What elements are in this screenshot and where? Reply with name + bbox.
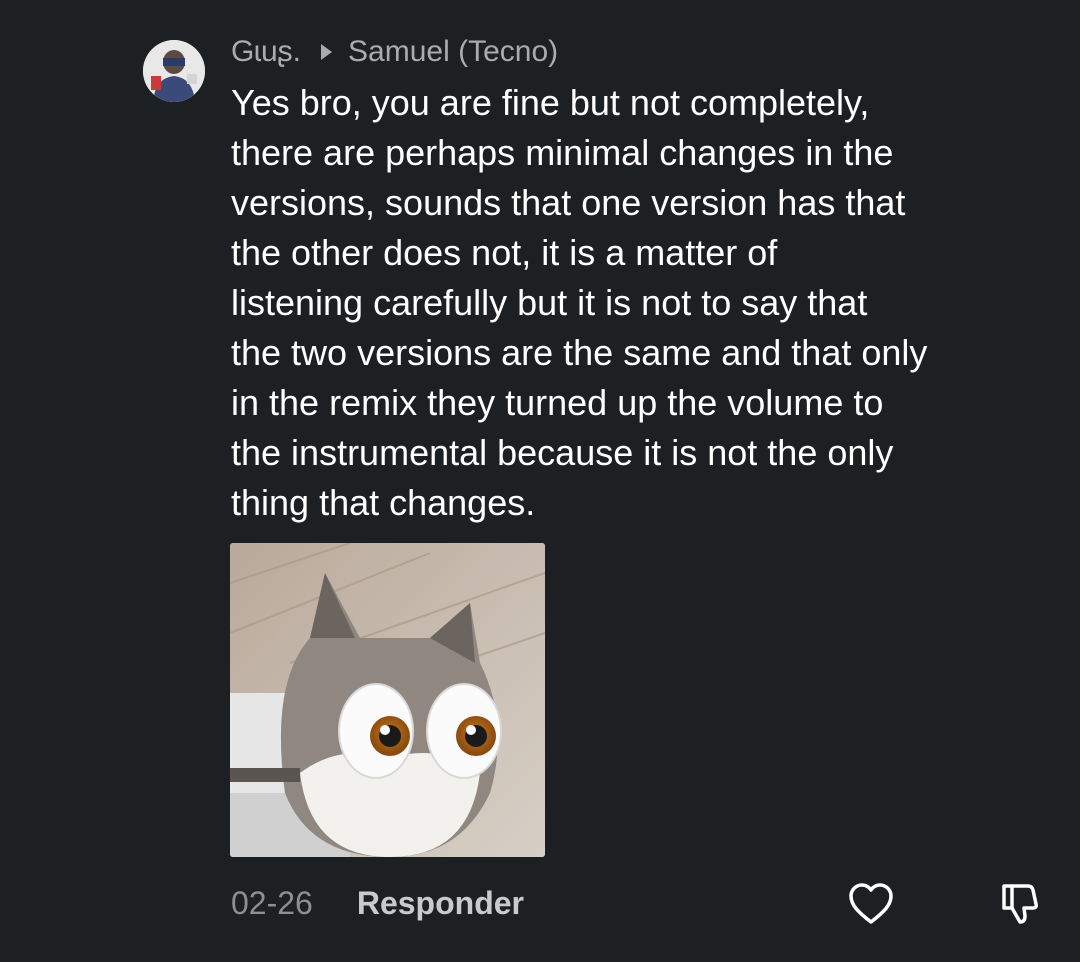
comment-item: Gɩuʂ. Samuel (Tecno) Yes bro, you are fi… xyxy=(0,0,1080,962)
comment-text-line: the two versions are the same and that o… xyxy=(231,332,928,373)
comment-text-line: listening carefully but it is not to say… xyxy=(231,282,868,323)
heart-icon[interactable] xyxy=(848,882,894,926)
comment-text-line: Yes bro, you are fine but not completely… xyxy=(231,82,870,123)
comment-text: Yes bro, you are fine but not completely… xyxy=(231,78,1061,528)
comment-text-line: versions, sounds that one version has th… xyxy=(231,182,906,223)
comment-footer: 02-26 Responder xyxy=(231,880,524,926)
comment-header: Gɩuʂ. Samuel (Tecno) xyxy=(231,30,558,74)
avatar-image xyxy=(143,40,205,102)
comment-text-line: there are perhaps minimal changes in the xyxy=(231,132,894,173)
cat-with-big-eyes-sticker[interactable] xyxy=(230,543,545,857)
comment-text-line: the instrumental because it is not the o… xyxy=(231,432,894,473)
avatar[interactable] xyxy=(143,40,205,102)
comment-text-line: in the remix they turned up the volume t… xyxy=(231,382,884,423)
thumbs-down-icon[interactable] xyxy=(998,880,1044,926)
comment-text-line: the other does not, it is a matter of xyxy=(231,232,778,273)
reply-to-name[interactable]: Samuel (Tecno) xyxy=(348,35,558,69)
reply-button[interactable]: Responder xyxy=(357,885,524,922)
comment-text-line: thing that changes. xyxy=(231,482,536,523)
reply-arrow-icon xyxy=(321,44,333,60)
sticker-image xyxy=(230,543,545,857)
author-name[interactable]: Gɩuʂ. xyxy=(231,35,301,69)
comment-date: 02-26 xyxy=(231,884,313,921)
